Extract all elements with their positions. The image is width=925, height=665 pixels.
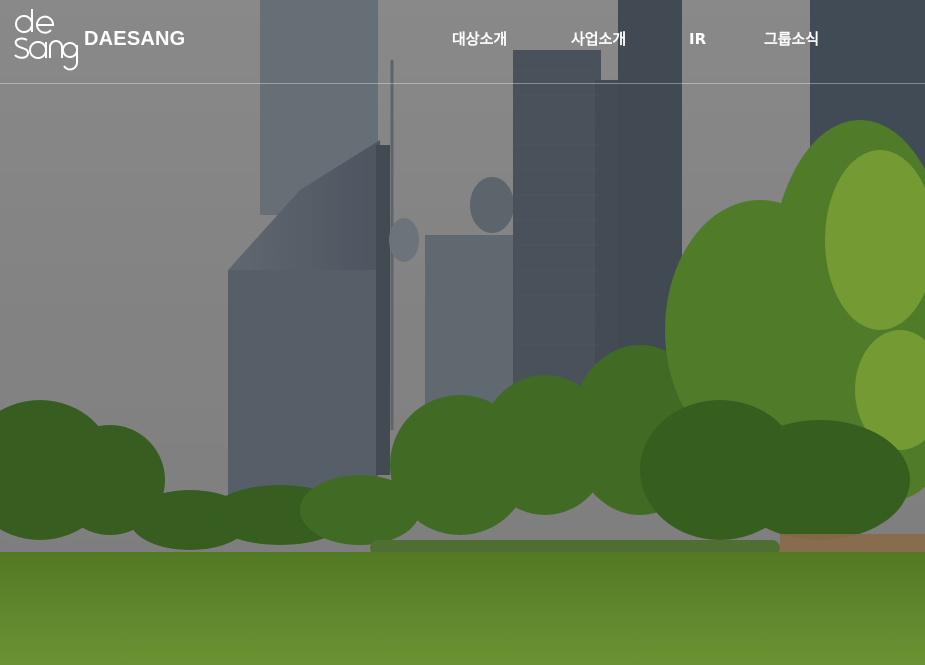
- main-nav: 대상소개 사업소개 IR 그룹소식: [0, 28, 925, 52]
- nav-item-ir[interactable]: IR: [689, 28, 706, 50]
- nav-item-news[interactable]: 그룹소식: [764, 28, 819, 50]
- nav-item-business[interactable]: 사업소개: [571, 28, 626, 50]
- site-header: DAESANG 대상소개 사업소개 IR 그룹소식: [0, 0, 925, 84]
- hero-section: DAESANG 대상소개 사업소개 IR 그룹소식: [0, 0, 925, 665]
- nav-item-about[interactable]: 대상소개: [452, 28, 507, 50]
- hero-dim-overlay: [0, 0, 925, 665]
